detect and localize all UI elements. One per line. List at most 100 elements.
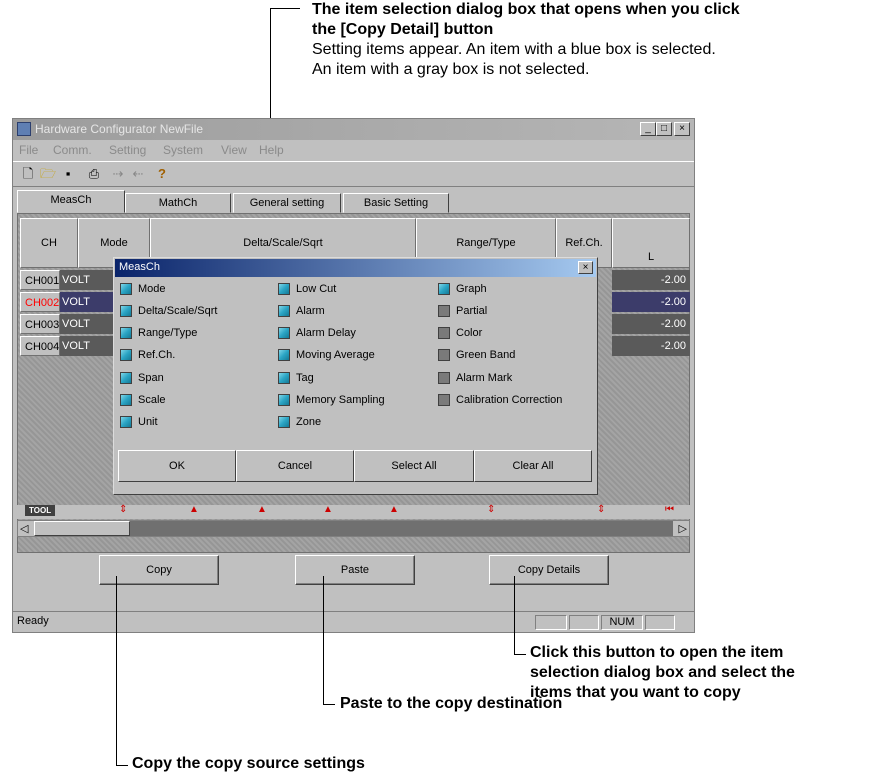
copy-details-button[interactable]: Copy Details: [489, 555, 609, 585]
menu-system[interactable]: System: [163, 143, 203, 157]
tab-general-setting[interactable]: General setting: [233, 193, 341, 213]
ok-button[interactable]: OK: [118, 450, 236, 482]
window-title: Hardware Configurator NewFile: [35, 122, 204, 136]
scroll-left-icon[interactable]: ◁: [20, 522, 28, 535]
checkbox-icon[interactable]: [120, 416, 132, 428]
row-ch003-value[interactable]: -2.00: [612, 314, 690, 334]
row-ch002-ch[interactable]: CH002: [20, 292, 60, 312]
scroll-right-icon[interactable]: ▷: [679, 522, 687, 535]
title-bar: Hardware Configurator NewFile _ □ ×: [13, 119, 694, 140]
maximize-icon[interactable]: □: [656, 122, 672, 136]
col-header-ch: CH: [20, 218, 78, 268]
open-folder-icon[interactable]: 🗁: [39, 165, 57, 183]
help-icon[interactable]: ?: [153, 165, 171, 183]
item-selection-dialog: MeasCh × Mode Delta/Scale/Sqrt Range/Typ…: [113, 257, 598, 495]
clear-all-button[interactable]: Clear All: [474, 450, 592, 482]
receive-icon[interactable]: ⇠: [129, 165, 147, 183]
copy-button[interactable]: Copy: [99, 555, 219, 585]
new-file-icon[interactable]: 🗋: [19, 165, 37, 183]
callout-copy-details: Click this button to open the item selec…: [530, 643, 886, 703]
tool-arrow-icon[interactable]: ▲: [189, 504, 199, 515]
status-panel: [535, 615, 567, 630]
menu-bar: File Comm. Setting System View Help: [13, 141, 694, 159]
checkbox-icon[interactable]: [438, 305, 450, 317]
paste-button[interactable]: Paste: [295, 555, 415, 585]
tool-arrow-icon[interactable]: ▲: [257, 504, 267, 515]
dialog-title-bar: MeasCh ×: [115, 259, 596, 277]
checkbox-icon[interactable]: [278, 349, 290, 361]
tab-basic-setting[interactable]: Basic Setting: [343, 193, 449, 213]
save-icon[interactable]: ▪: [59, 165, 77, 183]
tool-arrow-icon[interactable]: ⇕: [487, 504, 495, 515]
row-ch001-ch[interactable]: CH001: [20, 270, 60, 290]
checkbox-icon[interactable]: [438, 349, 450, 361]
row-ch001-value[interactable]: -2.00: [612, 270, 690, 290]
callout-dialog: The item selection dialog box that opens…: [312, 0, 882, 80]
row-ch003-ch[interactable]: CH003: [20, 314, 60, 334]
checkbox-icon[interactable]: [278, 283, 290, 295]
checkbox-icon[interactable]: [120, 349, 132, 361]
tool-arrow-icon[interactable]: ▲: [389, 504, 399, 515]
row-ch003-mode[interactable]: VOLT: [60, 314, 120, 334]
callout-line-copy-details-v: [514, 576, 515, 654]
tool-row: TOOL ⇕ ▲ ▲ ▲ ▲ ⇕ ⇕ ⏮: [17, 504, 690, 519]
send-icon[interactable]: ⇢: [109, 165, 127, 183]
callout-line-horizontal-dialog: [270, 8, 300, 9]
row-ch004-value[interactable]: -2.00: [612, 336, 690, 356]
horizontal-scrollbar[interactable]: ◁ ▷: [17, 520, 690, 537]
callout-line-paste-h: [323, 704, 335, 705]
row-ch002-value[interactable]: -2.00: [612, 292, 690, 312]
menu-file[interactable]: File: [19, 143, 38, 157]
checkbox-icon[interactable]: [438, 283, 450, 295]
tool-arrow-icon[interactable]: ⇕: [597, 504, 605, 515]
menu-comm[interactable]: Comm.: [53, 143, 92, 157]
scroll-track[interactable]: [130, 521, 673, 536]
checkbox-icon[interactable]: [278, 394, 290, 406]
menu-setting[interactable]: Setting: [109, 143, 146, 157]
callout-dialog-title-1: The item selection dialog box that opens…: [312, 1, 740, 18]
callout-copy: Copy the copy source settings: [132, 754, 365, 774]
checkbox-icon[interactable]: [438, 394, 450, 406]
col-header-l: L: [612, 218, 690, 268]
callout-line-copy-v: [116, 576, 117, 766]
row-ch002-mode[interactable]: VOLT: [60, 292, 120, 312]
scroll-thumb[interactable]: [34, 521, 130, 536]
checkbox-icon[interactable]: [278, 416, 290, 428]
tab-measch[interactable]: MeasCh: [17, 190, 125, 213]
tool-arrow-icon[interactable]: ⏮: [665, 504, 674, 515]
status-panel: [645, 615, 675, 630]
checkbox-icon[interactable]: [120, 305, 132, 317]
callout-line-paste-v: [323, 576, 324, 704]
print-icon[interactable]: ⎙: [85, 165, 103, 183]
checkbox-icon[interactable]: [278, 372, 290, 384]
checkbox-icon[interactable]: [438, 327, 450, 339]
checkbox-icon[interactable]: [120, 327, 132, 339]
minimize-icon[interactable]: _: [640, 122, 656, 136]
checkbox-icon[interactable]: [278, 327, 290, 339]
cancel-button[interactable]: Cancel: [236, 450, 354, 482]
callout-copy-details-2: selection dialog box and select the: [530, 664, 795, 681]
callout-copy-text: Copy the copy source settings: [132, 755, 365, 772]
select-all-button[interactable]: Select All: [354, 450, 474, 482]
close-icon[interactable]: ×: [674, 122, 690, 136]
checkbox-icon[interactable]: [278, 305, 290, 317]
row-ch001-mode[interactable]: VOLT: [60, 270, 120, 290]
checkbox-icon[interactable]: [120, 394, 132, 406]
checkbox-icon[interactable]: [120, 283, 132, 295]
tool-arrow-icon[interactable]: ▲: [323, 504, 333, 515]
tool-label: TOOL: [25, 505, 56, 516]
row-ch004-mode[interactable]: VOLT: [60, 336, 120, 356]
callout-line-copy-h: [116, 765, 128, 766]
dialog-close-icon[interactable]: ×: [578, 261, 593, 274]
checkbox-icon[interactable]: [120, 372, 132, 384]
callout-paste-text: Paste to the copy destination: [340, 695, 563, 712]
menu-help[interactable]: Help: [259, 143, 284, 157]
checkbox-icon[interactable]: [438, 372, 450, 384]
callout-line-copy-details-h: [514, 654, 526, 655]
menu-view[interactable]: View: [221, 143, 247, 157]
tab-mathch[interactable]: MathCh: [125, 193, 231, 213]
row-ch004-ch[interactable]: CH004: [20, 336, 60, 356]
status-text: Ready: [17, 615, 49, 627]
tool-arrow-icon[interactable]: ⇕: [119, 504, 127, 515]
callout-dialog-desc-1: Setting items appear. An item with a blu…: [312, 41, 716, 58]
